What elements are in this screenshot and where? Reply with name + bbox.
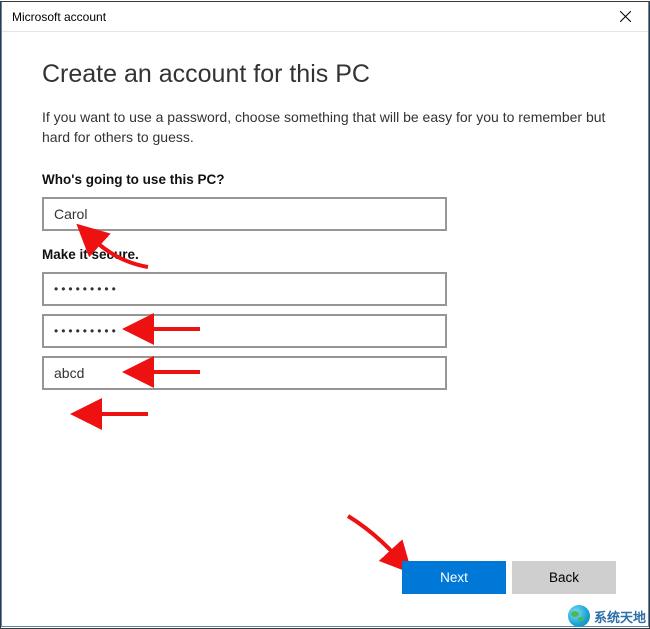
- password-hint-input[interactable]: [42, 356, 447, 390]
- who-label: Who's going to use this PC?: [42, 172, 608, 187]
- username-input[interactable]: [42, 197, 447, 231]
- close-icon: [620, 11, 631, 22]
- content-area: Create an account for this PC If you wan…: [2, 32, 648, 626]
- globe-icon: [568, 605, 590, 627]
- close-button[interactable]: [602, 2, 648, 32]
- page-title: Create an account for this PC: [42, 60, 608, 89]
- intro-text: If you want to use a password, choose so…: [42, 107, 608, 148]
- watermark-text: 系统天地: [594, 607, 646, 626]
- watermark: 系统天地: [568, 605, 646, 627]
- footer-buttons: Next Back: [402, 561, 616, 594]
- password-input[interactable]: [42, 272, 447, 306]
- annotation-arrow-hint: [88, 404, 152, 424]
- confirm-password-input[interactable]: [42, 314, 447, 348]
- next-button[interactable]: Next: [402, 561, 506, 594]
- back-button[interactable]: Back: [512, 561, 616, 594]
- secure-label: Make it secure.: [42, 247, 608, 262]
- account-setup-window: Microsoft account Create an account for …: [1, 1, 649, 627]
- titlebar: Microsoft account: [2, 2, 648, 32]
- annotation-arrow-next: [344, 512, 404, 562]
- window-title: Microsoft account: [12, 10, 106, 24]
